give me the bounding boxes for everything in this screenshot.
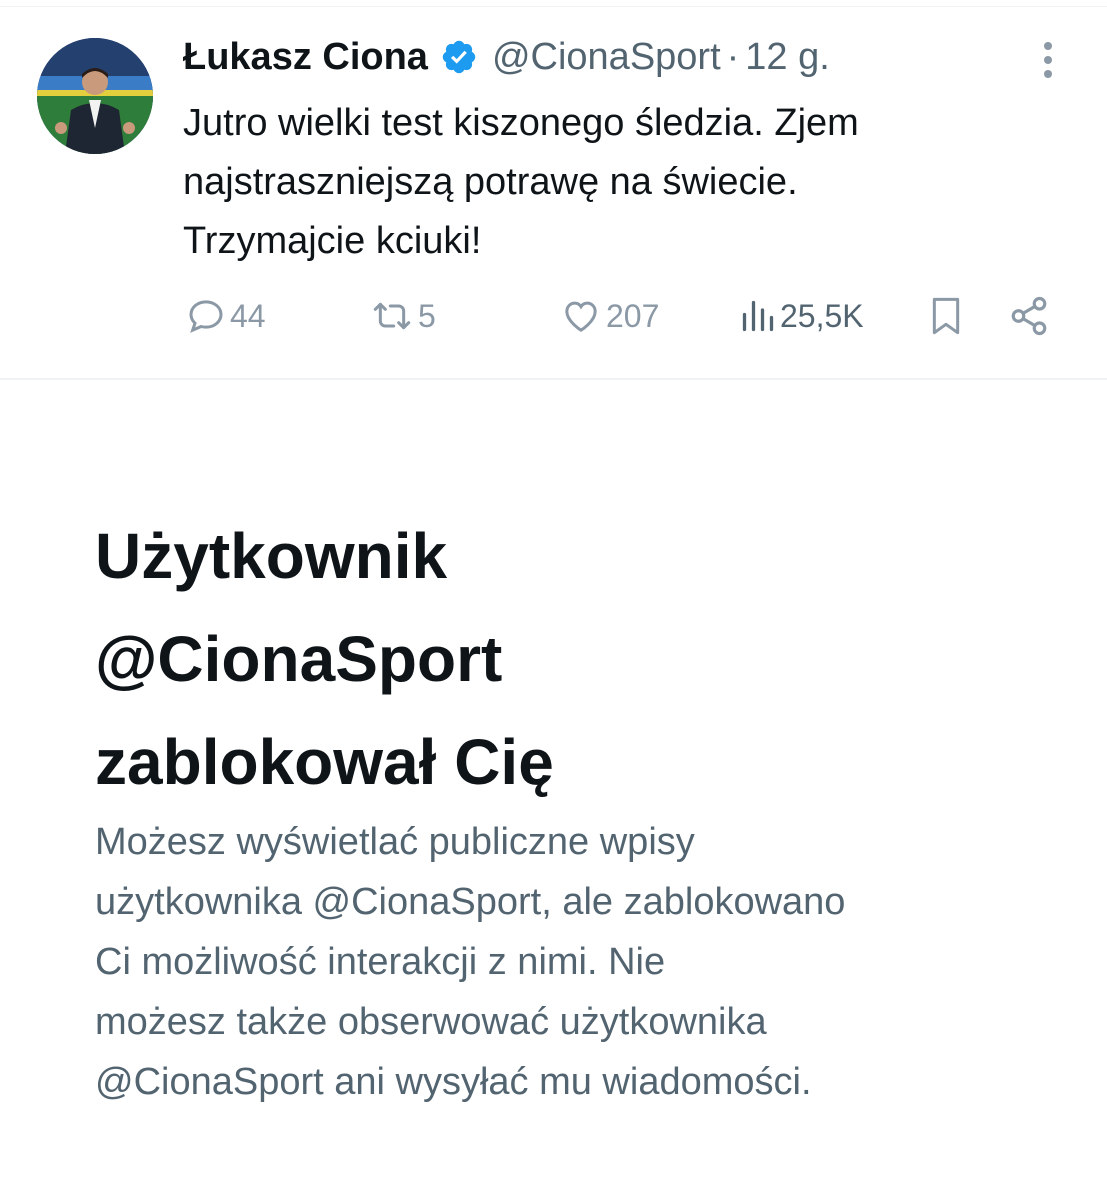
reply-button[interactable]: 44 [186, 292, 266, 340]
tweet[interactable]: Łukasz Ciona @CionaSport · 12 g. Jutro w… [0, 0, 1107, 378]
tweet-header: Łukasz Ciona @CionaSport · 12 g. [183, 34, 830, 80]
repost-count: 5 [418, 297, 436, 334]
blocked-description-line: użytkownika @CionaSport, ale zablokowano [95, 881, 846, 923]
views-chart-icon [740, 296, 776, 336]
tweet-text-line: najstraszniejszą potrawę na świecie. [183, 161, 798, 203]
blocked-title-line: Użytkownik [95, 520, 448, 592]
tweet-text-line: Jutro wielki test kiszonego śledzia. Zje… [183, 102, 859, 144]
tweet-text-line: Trzymajcie kciuki! [183, 220, 482, 262]
bookmark-button[interactable] [926, 292, 966, 340]
blocked-description-line: Ci możliwość interakcji z nimi. Nie [95, 941, 666, 983]
more-vertical-icon[interactable] [1034, 40, 1062, 80]
views-button[interactable]: 25,5K [740, 292, 864, 340]
views-count: 25,5K [780, 297, 864, 334]
share-button[interactable] [1008, 292, 1050, 340]
divider [0, 378, 1107, 380]
blocked-description: Możesz wyświetlać publiczne wpisy użytko… [95, 812, 1055, 1112]
blocked-title-line: zablokował Cię [95, 726, 554, 798]
blocked-description-line: @CionaSport ani wysyłać mu wiadomości. [95, 1061, 812, 1103]
verified-badge-icon [440, 38, 478, 76]
blocked-title-line: @CionaSport [95, 623, 503, 695]
share-icon [1008, 295, 1050, 337]
blocked-title: Użytkownik @CionaSport zablokował Cię [95, 505, 1055, 814]
blocked-description-line: możesz także obserwować użytkownika [95, 1001, 767, 1043]
heart-icon [560, 296, 602, 336]
like-button[interactable]: 207 [560, 292, 659, 340]
repost-icon [370, 296, 414, 336]
author-name[interactable]: Łukasz Ciona [183, 36, 428, 79]
tweet-actions: 44 5 207 25,5K [0, 292, 1107, 340]
blocked-description-line: Możesz wyświetlać publiczne wpisy [95, 821, 695, 863]
tweet-text: Jutro wielki test kiszonego śledzia. Zje… [183, 94, 1063, 271]
page: Łukasz Ciona @CionaSport · 12 g. Jutro w… [0, 0, 1107, 1200]
separator-dot: · [726, 35, 740, 78]
reply-icon [186, 296, 226, 336]
author-handle[interactable]: @CionaSport [492, 36, 721, 79]
bookmark-icon [926, 294, 966, 338]
repost-button[interactable]: 5 [370, 292, 436, 340]
post-time[interactable]: 12 g. [745, 36, 830, 79]
like-count: 207 [606, 297, 660, 334]
reply-count: 44 [230, 297, 266, 334]
avatar[interactable] [37, 38, 153, 154]
